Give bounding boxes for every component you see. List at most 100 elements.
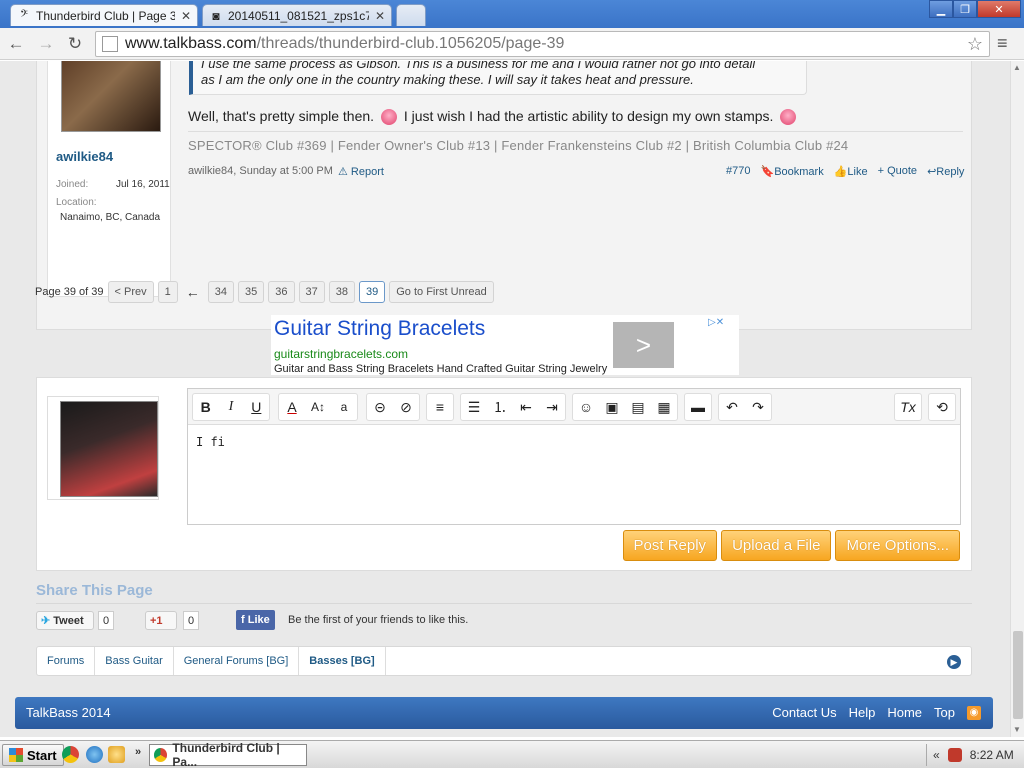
username[interactable]: awilkie84 xyxy=(56,149,113,164)
jump-arrow-icon[interactable]: ▶ xyxy=(947,655,961,669)
redo-icon[interactable]: ↷ xyxy=(745,394,771,420)
italic-icon[interactable]: I xyxy=(218,394,243,420)
page-36-button[interactable]: 36 xyxy=(268,281,295,303)
help-link[interactable]: Help xyxy=(849,705,876,720)
post-reply-button[interactable]: Post Reply xyxy=(622,530,718,561)
remove-format-icon[interactable]: Tx xyxy=(895,394,921,420)
close-tab-icon[interactable]: ✕ xyxy=(181,9,191,23)
ad-url[interactable]: guitarstringbracelets.com xyxy=(274,347,408,361)
bullet-list-icon[interactable]: ☰ xyxy=(461,394,487,420)
clock[interactable]: 8:22 AM xyxy=(970,748,1014,762)
scroll-thumb[interactable] xyxy=(1013,631,1023,719)
contact-us-link[interactable]: Contact Us xyxy=(772,705,836,720)
underline-icon[interactable]: U xyxy=(244,394,269,420)
post-actions: #770 🔖Bookmark 👍Like + Quote ↩Reply xyxy=(726,165,964,178)
ad-title[interactable]: Guitar String Bracelets xyxy=(274,317,485,341)
like-link[interactable]: 👍Like xyxy=(834,165,868,178)
maximize-button[interactable]: ❐ xyxy=(953,0,977,18)
tab-photo[interactable]: ◙ 20140511_081521_zps1c7d ✕ xyxy=(202,4,392,26)
align-left-icon[interactable]: ≡ xyxy=(427,394,453,420)
image-icon[interactable]: ▣ xyxy=(599,394,625,420)
upload-file-button[interactable]: Upload a File xyxy=(721,530,832,561)
page-content: awilkie84 Joined: Jul 16, 2011 Location:… xyxy=(0,61,1010,737)
minimize-button[interactable]: ▁ xyxy=(929,0,953,18)
scroll-up-icon[interactable]: ▲ xyxy=(1013,63,1021,72)
tray-expand-icon[interactable]: « xyxy=(933,748,940,762)
page-37-button[interactable]: 37 xyxy=(298,281,325,303)
location-value[interactable]: Nanaimo, BC, Canada xyxy=(60,212,160,223)
tweet-button[interactable]: ✈ Tweet xyxy=(36,611,94,630)
internet-explorer-icon[interactable] xyxy=(86,746,103,763)
home-link[interactable]: Home xyxy=(887,705,922,720)
text-color-icon[interactable]: A xyxy=(279,394,305,420)
close-tab-icon[interactable]: ✕ xyxy=(375,9,385,23)
first-unread-button[interactable]: Go to First Unread xyxy=(389,281,494,303)
report-link[interactable]: ⚠ Report xyxy=(338,165,384,178)
post-number-link[interactable]: #770 xyxy=(726,165,750,178)
google-plus-button[interactable]: +1 xyxy=(145,611,177,630)
page-34-button[interactable]: 34 xyxy=(207,281,234,303)
outdent-icon[interactable]: ⇤ xyxy=(513,394,539,420)
windows-logo-icon xyxy=(9,748,23,762)
start-button[interactable]: Start xyxy=(2,744,64,766)
facebook-like-button[interactable]: f Like xyxy=(236,610,275,630)
back-icon[interactable]: ← xyxy=(5,33,27,55)
close-window-button[interactable]: ✕ xyxy=(977,0,1021,18)
page-39-current[interactable]: 39 xyxy=(359,281,386,303)
breadcrumb-bass-guitar[interactable]: Bass Guitar xyxy=(95,647,174,675)
unlink-icon[interactable]: ⊘ xyxy=(393,394,419,420)
scroll-down-icon[interactable]: ▼ xyxy=(1013,725,1021,734)
page-35-button[interactable]: 35 xyxy=(238,281,265,303)
reload-icon[interactable]: ↻ xyxy=(64,33,86,55)
scrollbar[interactable]: ▲ ▼ xyxy=(1010,61,1024,737)
url-host: www.talkbass.com xyxy=(125,35,257,52)
rss-icon[interactable]: ◉ xyxy=(967,705,981,720)
post-meta[interactable]: awilkie84, Sunday at 5:00 PM xyxy=(188,165,333,177)
menu-icon[interactable]: ≡ xyxy=(997,33,1008,54)
page-1-button[interactable]: 1 xyxy=(157,281,178,303)
chrome-icon[interactable] xyxy=(62,746,79,763)
smilie-icon[interactable]: ☺ xyxy=(573,394,599,420)
breadcrumb-basses[interactable]: Basses [BG] xyxy=(299,647,386,675)
tab-thunderbird-club[interactable]: 𝄢 Thunderbird Club | Page 39 ✕ xyxy=(10,4,198,26)
editor-text[interactable]: I fi xyxy=(196,435,225,449)
breadcrumb-forums[interactable]: Forums xyxy=(37,647,96,675)
prev-page-button[interactable]: < Prev xyxy=(107,281,154,303)
font-family-icon[interactable]: a xyxy=(331,394,357,420)
page-skip-icon[interactable]: ← xyxy=(182,284,204,300)
save-draft-icon[interactable]: ▬ xyxy=(685,394,711,420)
new-tab-button[interactable] xyxy=(396,4,426,26)
media-icon[interactable] xyxy=(108,746,125,763)
footer-brand[interactable]: TalkBass 2014 xyxy=(26,705,111,720)
toggle-bbcode-icon[interactable]: ⟲ xyxy=(929,394,955,420)
reply-link[interactable]: ↩Reply xyxy=(927,165,964,178)
undo-icon[interactable]: ↶ xyxy=(719,394,745,420)
avatar[interactable] xyxy=(61,61,161,132)
numbered-list-icon[interactable]: ⒈ xyxy=(487,394,513,420)
ad-arrow-button[interactable]: > xyxy=(613,322,674,368)
link-icon[interactable]: ⊝ xyxy=(367,394,393,420)
indent-icon[interactable]: ⇥ xyxy=(539,394,565,420)
reply-editor[interactable]: B I U A A↕ a ⊝ ⊘ ≡ ☰ ⒈ ⇤ ⇥ ☺ ▣ ▤ ▦ ▬ ↶ ↷… xyxy=(187,388,961,525)
task-thunderbird-club[interactable]: Thunderbird Club | Pa... xyxy=(149,741,307,769)
font-size-icon[interactable]: A↕ xyxy=(305,394,331,420)
bookmark-link[interactable]: 🔖Bookmark xyxy=(760,165,823,178)
top-link[interactable]: Top xyxy=(934,705,955,720)
advertisement[interactable]: Guitar String Bracelets guitarstringbrac… xyxy=(271,315,739,375)
bookmark-star-icon[interactable]: ☆ xyxy=(967,34,983,55)
more-options-button[interactable]: More Options... xyxy=(835,530,960,561)
address-bar[interactable]: www.talkbass.com/threads/thunderbird-clu… xyxy=(95,31,990,57)
insert-more-icon[interactable]: ▦ xyxy=(651,394,677,420)
media-icon[interactable]: ▤ xyxy=(625,394,651,420)
signature: SPECTOR® Club #369 | Fender Owner's Club… xyxy=(188,131,963,153)
ad-close-icon[interactable]: ▷✕ xyxy=(708,317,724,328)
show-more-icon[interactable]: » xyxy=(135,746,141,758)
security-shield-icon[interactable] xyxy=(947,748,962,762)
page-38-button[interactable]: 38 xyxy=(328,281,355,303)
tweet-count: 0 xyxy=(98,611,115,630)
quote-link[interactable]: + Quote xyxy=(878,165,917,178)
twitter-icon: ✈ xyxy=(41,615,51,627)
bold-icon[interactable]: B xyxy=(193,394,218,420)
breadcrumb-general-forums[interactable]: General Forums [BG] xyxy=(174,647,300,675)
forward-icon[interactable]: → xyxy=(35,33,57,55)
